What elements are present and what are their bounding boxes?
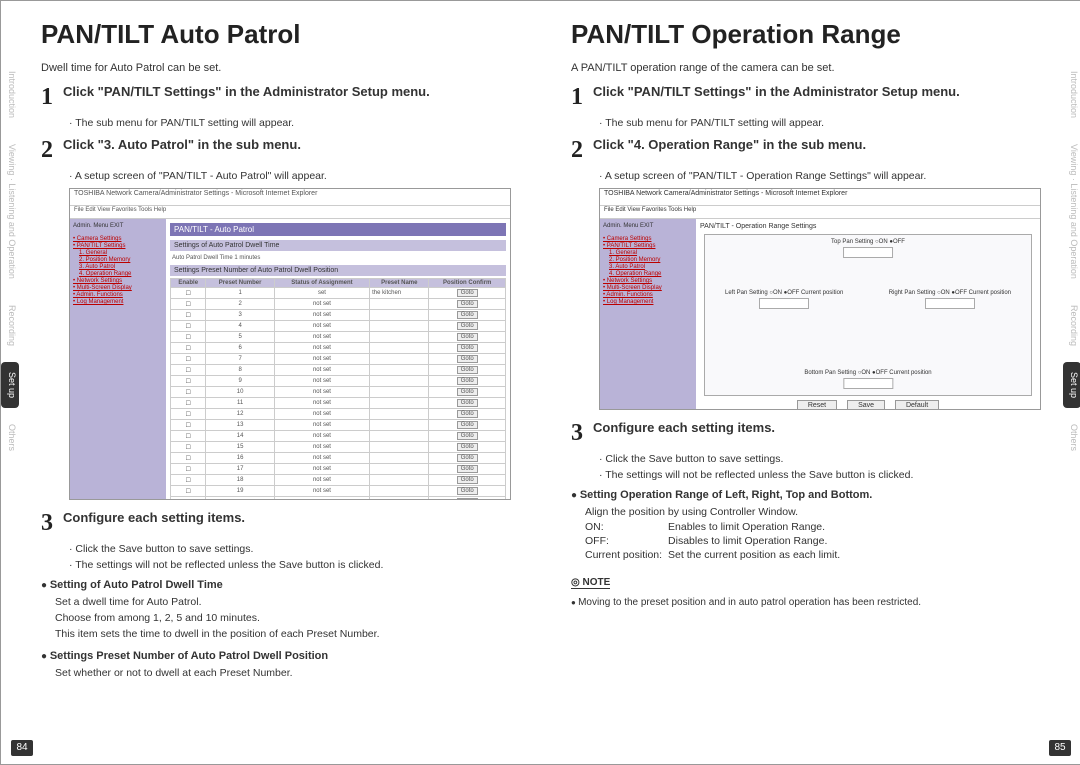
left-step3: Configure each setting items. (63, 510, 507, 527)
right-title: PAN/TILT Operation Range (571, 19, 1041, 50)
left-step1: Click "PAN/TILT Settings" in the Adminis… (63, 84, 507, 101)
note-body: Moving to the preset position and in aut… (571, 597, 1041, 608)
right-step2-sub: A setup screen of "PAN/TILT - Operation … (599, 170, 1041, 182)
left-step3-sub1: Click the Save button to save settings. (69, 543, 511, 555)
tab-introduction[interactable]: Introduction (1, 61, 19, 128)
tab-introduction-r[interactable]: Introduction (1063, 61, 1080, 128)
right-step3: Configure each setting items. (593, 420, 1037, 437)
tab-viewing[interactable]: Viewing · Listening and Operation (1, 134, 19, 289)
right-side-tabs: Introduction Viewing · Listening and Ope… (1063, 61, 1080, 461)
left-step3-sub2: The settings will not be reflected unles… (69, 559, 511, 571)
page-num-left: 84 (11, 740, 33, 756)
right-b1-p1: Align the position by using Controller W… (585, 505, 1041, 519)
left-intro: Dwell time for Auto Patrol can be set. (41, 62, 511, 74)
right-step3-sub1: Click the Save button to save settings. (599, 453, 1041, 465)
tab-recording-r[interactable]: Recording (1063, 295, 1080, 356)
right-screenshot: TOSHIBA Network Camera/Administrator Set… (599, 188, 1041, 410)
left-b1-p3: This item sets the time to dwell in the … (55, 627, 511, 641)
page-num-right: 85 (1049, 740, 1071, 756)
left-b2-p1: Set whether or not to dwell at each Pres… (55, 666, 511, 680)
tab-others-r[interactable]: Others (1063, 414, 1080, 461)
left-step1-sub: The sub menu for PAN/TILT setting will a… (69, 117, 511, 129)
right-b1-title: Setting Operation Range of Left, Right, … (571, 489, 872, 501)
left-b1-p2: Choose from among 1, 2, 5 and 10 minutes… (55, 611, 511, 625)
step-num-1: 1 (41, 84, 63, 111)
tab-others[interactable]: Others (1, 414, 19, 461)
tab-setup[interactable]: Set up (1, 362, 19, 408)
right-step3-sub2: The settings will not be reflected unles… (599, 469, 1041, 481)
right-intro: A PAN/TILT operation range of the camera… (571, 62, 1041, 74)
step-num-2: 2 (41, 137, 63, 164)
kv-table: ON:Enables to limit Operation Range. OFF… (585, 521, 846, 563)
left-side-tabs: Introduction Viewing · Listening and Ope… (1, 61, 19, 461)
left-b1-p1: Set a dwell time for Auto Patrol. (55, 595, 511, 609)
step-num-3: 3 (41, 510, 63, 537)
left-screenshot: TOSHIBA Network Camera/Administrator Set… (69, 188, 511, 500)
tab-viewing-r[interactable]: Viewing · Listening and Operation (1063, 134, 1080, 289)
note-label: NOTE (571, 577, 610, 589)
save-button[interactable]: Save (847, 400, 885, 410)
right-step2: Click "4. Operation Range" in the sub me… (593, 137, 1037, 154)
left-step2-sub: A setup screen of "PAN/TILT - Auto Patro… (69, 170, 511, 182)
right-step1-sub: The sub menu for PAN/TILT setting will a… (599, 117, 1041, 129)
left-step2: Click "3. Auto Patrol" in the sub menu. (63, 137, 507, 154)
left-b2-title: Settings Preset Number of Auto Patrol Dw… (41, 650, 328, 662)
default-button[interactable]: Default (895, 400, 939, 410)
right-step1: Click "PAN/TILT Settings" in the Adminis… (593, 84, 1037, 101)
left-b1-title: Setting of Auto Patrol Dwell Time (41, 579, 223, 591)
left-title: PAN/TILT Auto Patrol (41, 19, 511, 50)
tab-setup-r[interactable]: Set up (1063, 362, 1080, 408)
tab-recording[interactable]: Recording (1, 295, 19, 356)
reset-button[interactable]: Reset (797, 400, 837, 410)
